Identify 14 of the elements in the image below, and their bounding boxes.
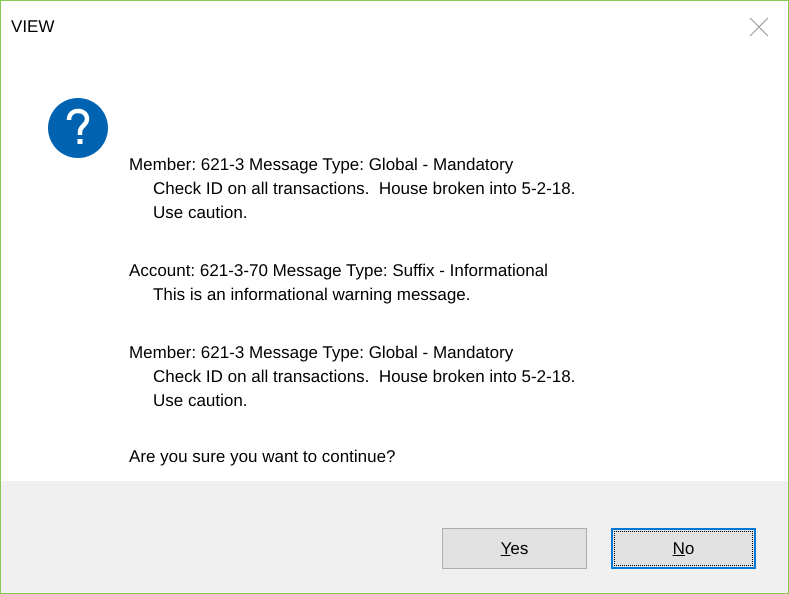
- message-header: Member: 621-3 Message Type: Global - Mandatory: [129, 154, 514, 176]
- question-icon: [47, 97, 109, 159]
- message-text: Check ID on all transactions. House broken into 5-2-18.: [152, 366, 576, 388]
- message-text: Check ID on all transactions. House broken into 5-2-18.: [152, 178, 576, 200]
- window-title: VIEW: [11, 16, 54, 38]
- dialog-button[interactable]: Yes: [442, 528, 587, 569]
- message-header: Member: 621-3 Message Type: Global - Mandatory: [129, 342, 514, 364]
- dialog-button[interactable]: No: [611, 528, 756, 569]
- close-icon[interactable]: [748, 16, 770, 38]
- message-text: Use caution.: [152, 202, 248, 224]
- message-text: This is an informational warning message.: [152, 284, 472, 306]
- message-text: Use caution.: [152, 390, 248, 412]
- confirm-question: Are you sure you want to continue?: [129, 446, 396, 468]
- message-header: Account: 621-3-70 Message Type: Suffix - Informational: [129, 260, 549, 282]
